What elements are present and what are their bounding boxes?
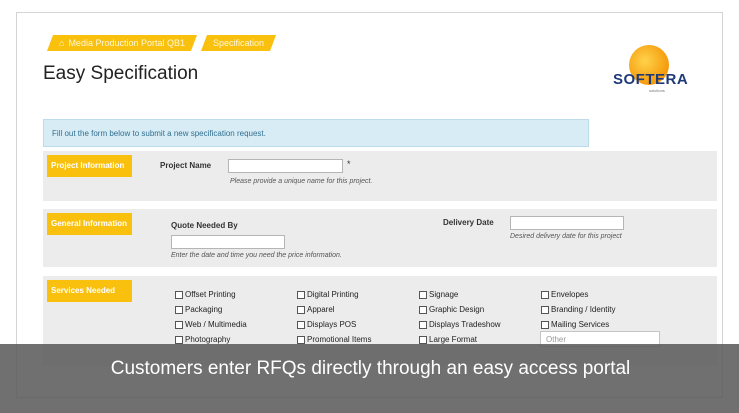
- page-title: Easy Specification: [43, 63, 199, 84]
- service-label: Packaging: [185, 305, 223, 314]
- checkbox[interactable]: [541, 305, 549, 314]
- service-option[interactable]: Displays POS: [297, 320, 356, 329]
- checkbox[interactable]: [297, 305, 305, 314]
- checkbox[interactable]: [541, 290, 549, 299]
- service-label: Offset Printing: [185, 290, 236, 299]
- quote-needed-input[interactable]: [171, 235, 285, 249]
- info-banner: Fill out the form below to submit a new …: [43, 119, 589, 147]
- service-option[interactable]: Digital Printing: [297, 290, 359, 299]
- section-label-general: General Information: [47, 213, 132, 235]
- service-option[interactable]: Branding / Identity: [541, 305, 615, 314]
- service-option[interactable]: Signage: [419, 290, 458, 299]
- checkbox[interactable]: [175, 290, 183, 299]
- caption-banner: Customers enter RFQs directly through an…: [0, 344, 739, 413]
- softera-logo: SOFTERA solutions: [611, 45, 695, 93]
- service-option[interactable]: Envelopes: [541, 290, 588, 299]
- required-marker: *: [347, 159, 351, 169]
- service-label: Apparel: [307, 305, 335, 314]
- section-label-project: Project Information: [47, 155, 132, 177]
- home-icon: ⌂: [59, 38, 65, 48]
- checkbox[interactable]: [419, 320, 427, 329]
- service-label: Photography: [185, 335, 231, 344]
- breadcrumb-item-specification[interactable]: Specification: [201, 35, 276, 51]
- quote-needed-label: Quote Needed By: [171, 221, 238, 230]
- service-option[interactable]: Photography: [175, 335, 230, 344]
- checkbox[interactable]: [175, 305, 183, 314]
- checkbox[interactable]: [297, 335, 305, 344]
- project-name-label: Project Name: [160, 161, 212, 170]
- breadcrumb-item-label: Specification: [213, 38, 265, 48]
- service-option[interactable]: Web / Multimedia: [175, 320, 247, 329]
- checkbox[interactable]: [419, 290, 427, 299]
- quote-needed-hint: Enter the date and time you need the pri…: [171, 252, 342, 259]
- delivery-date-hint: Desired delivery date for this project: [510, 233, 622, 240]
- project-name-hint: Please provide a unique name for this pr…: [230, 178, 373, 185]
- service-option[interactable]: Offset Printing: [175, 290, 236, 299]
- checkbox[interactable]: [419, 335, 427, 344]
- checkbox[interactable]: [175, 320, 183, 329]
- service-label: Signage: [429, 290, 459, 299]
- service-label: Web / Multimedia: [185, 320, 247, 329]
- service-label: Digital Printing: [307, 290, 359, 299]
- delivery-date-input[interactable]: [510, 216, 624, 230]
- service-option[interactable]: Packaging: [175, 305, 222, 314]
- service-label: Displays POS: [307, 320, 357, 329]
- service-option[interactable]: Promotional Items: [297, 335, 371, 344]
- service-option[interactable]: Mailing Services: [541, 320, 609, 329]
- checkbox[interactable]: [419, 305, 427, 314]
- service-option[interactable]: Apparel: [297, 305, 335, 314]
- section-label-services: Services Needed: [47, 280, 132, 302]
- service-option[interactable]: Graphic Design: [419, 305, 484, 314]
- service-label: Envelopes: [551, 290, 589, 299]
- checkbox[interactable]: [175, 335, 183, 344]
- logo-brand: SOFTERA: [613, 71, 689, 88]
- logo-tagline: solutions: [649, 88, 665, 93]
- checkbox[interactable]: [297, 320, 305, 329]
- breadcrumb: ⌂ Media Production Portal QB1 Specificat…: [47, 35, 276, 51]
- project-name-input[interactable]: [228, 159, 343, 173]
- general-information-section: General Information Quote Needed By Ente…: [43, 209, 717, 267]
- breadcrumb-item-portal[interactable]: ⌂ Media Production Portal QB1: [47, 35, 197, 51]
- service-label: Mailing Services: [551, 320, 610, 329]
- delivery-date-label: Delivery Date: [443, 218, 494, 227]
- service-label: Graphic Design: [429, 305, 485, 314]
- service-label: Displays Tradeshow: [429, 320, 501, 329]
- service-option[interactable]: Large Format: [419, 335, 477, 344]
- service-label: Promotional Items: [307, 335, 372, 344]
- portal-window: ⌂ Media Production Portal QB1 Specificat…: [16, 12, 723, 398]
- service-label: Large Format: [429, 335, 478, 344]
- service-option[interactable]: Displays Tradeshow: [419, 320, 501, 329]
- breadcrumb-item-label: Media Production Portal QB1: [68, 38, 185, 48]
- checkbox[interactable]: [297, 290, 305, 299]
- checkbox[interactable]: [541, 320, 549, 329]
- service-label: Branding / Identity: [551, 305, 616, 314]
- project-information-section: Project Information Project Name * Pleas…: [43, 151, 717, 201]
